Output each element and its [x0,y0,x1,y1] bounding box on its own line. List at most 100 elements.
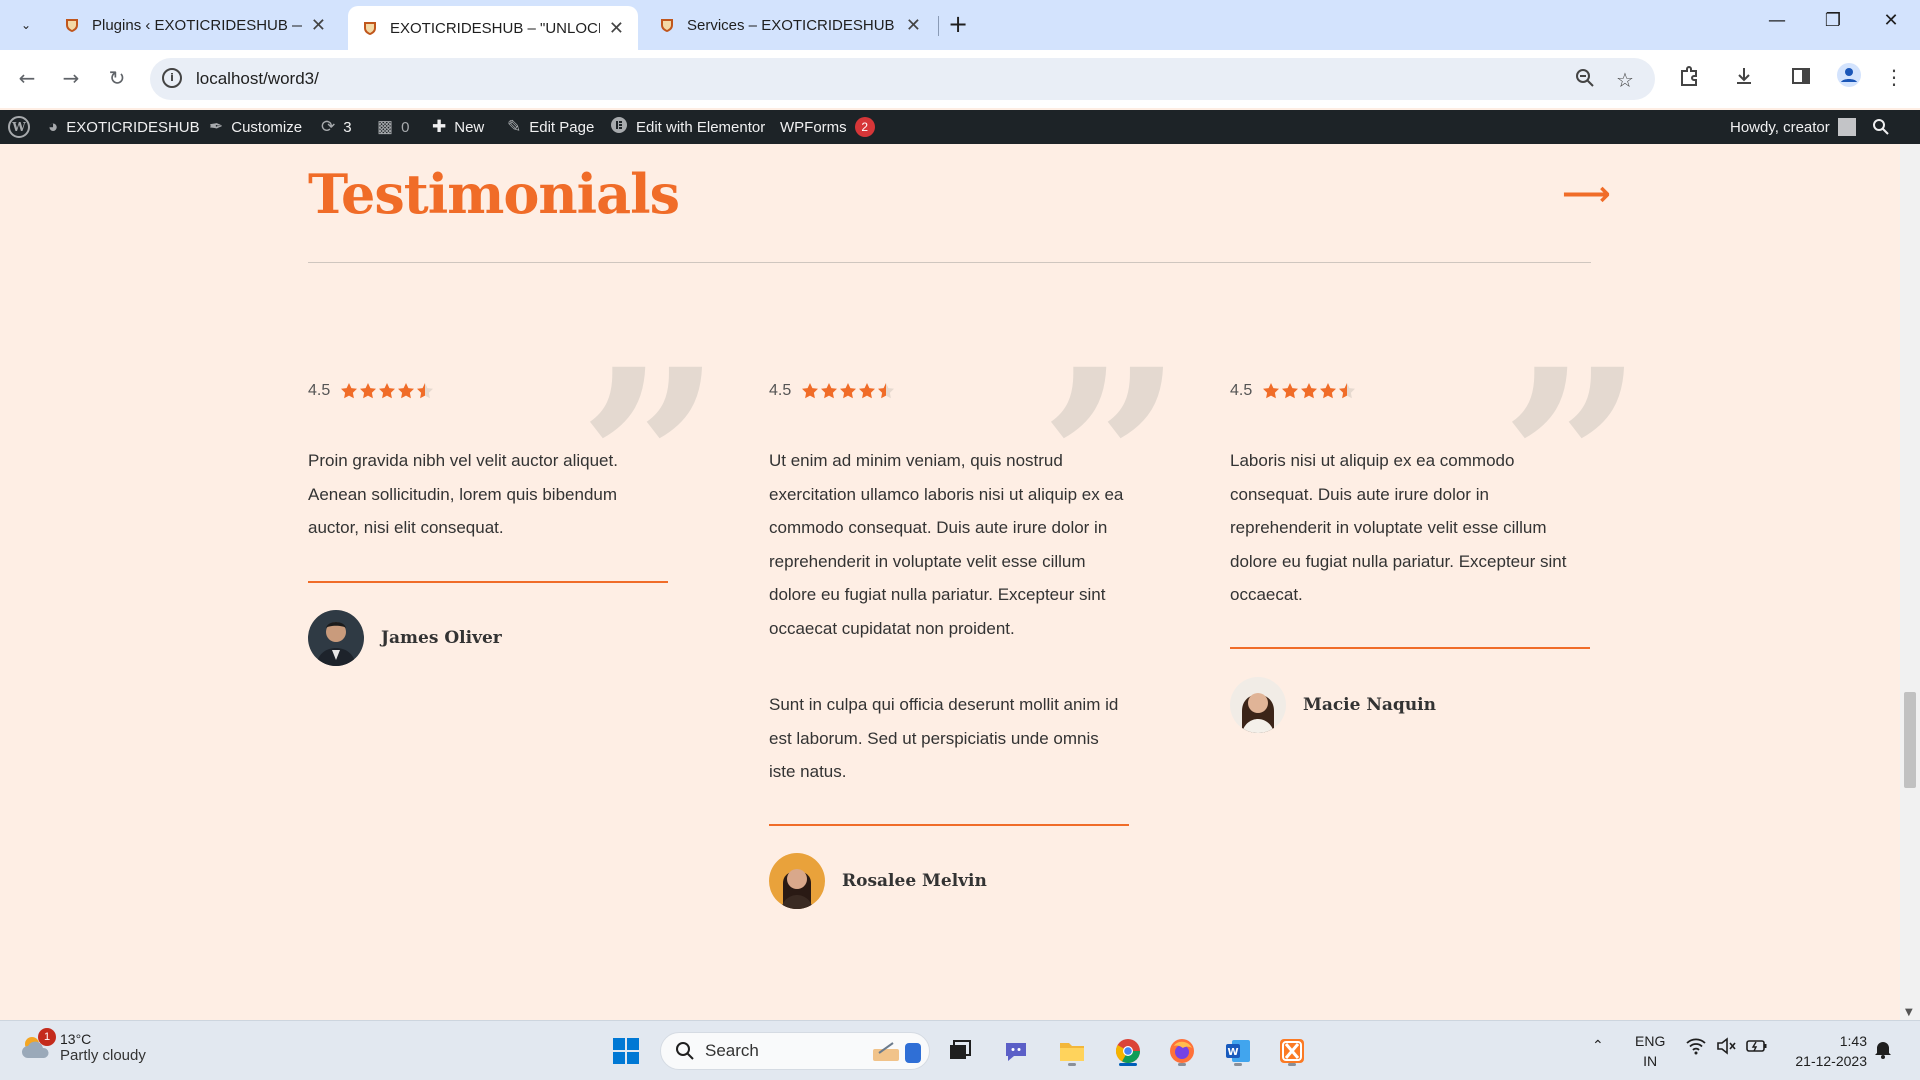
testimonial-divider [1230,647,1590,649]
star-rating [801,382,895,400]
xampp-icon[interactable] [1274,1033,1310,1069]
comment-bubble-icon: ▩ [377,117,394,136]
tab-close-icon[interactable]: ✕ [311,15,326,36]
star-full-icon [1301,383,1318,399]
extensions-puzzle-icon[interactable] [1678,65,1700,92]
admin-new[interactable]: ✚ New [432,110,484,144]
star-half-icon [878,383,895,399]
scroll-down-arrow-icon[interactable]: ▼ [1905,1007,1913,1018]
restore-icon[interactable]: ❐ [1818,10,1848,31]
tray-overflow-chevron-icon[interactable]: ⌃ [1592,1037,1604,1054]
admin-search-icon[interactable] [1872,110,1890,144]
search-placeholder: Search [705,1041,759,1060]
volume-muted-icon[interactable] [1716,1037,1736,1058]
firefox-icon[interactable] [1164,1033,1200,1069]
weather-badge: 1 [38,1027,56,1046]
star-full-icon [1320,383,1337,399]
admin-my-account[interactable]: Howdy, creator [1730,110,1856,144]
admin-edit-page[interactable]: ✎ Edit Page [507,110,594,144]
testimonial-text: Ut enim ad minim veniam, quis nostrud ex… [769,444,1129,789]
tab-close-icon[interactable]: ✕ [609,18,624,39]
tab-separator [938,16,939,36]
page-scrollbar[interactable]: ▼ [1900,144,1920,1020]
windows-start-icon[interactable] [608,1033,644,1069]
back-arrow-icon[interactable]: ← [14,66,40,90]
download-icon[interactable] [1733,65,1755,92]
chrome-icon[interactable] [1110,1033,1146,1069]
star-full-icon [859,383,876,399]
input-language[interactable]: ENG IN [1635,1031,1665,1071]
zoom-icon[interactable] [1575,68,1595,93]
svg-text:W: W [1227,1047,1238,1058]
admin-updates[interactable]: ⟳ 3 [321,110,352,144]
author-name: Macie Naquin [1303,695,1436,715]
rating-value: 4.5 [769,382,792,399]
edit-elementor-label: Edit with Elementor [636,118,766,136]
howdy-label: Howdy, creator [1730,118,1830,136]
minimize-icon[interactable]: — [1762,10,1792,31]
customize-label: Customize [231,118,303,136]
profile-avatar-icon[interactable] [1836,62,1862,93]
star-full-icon [360,383,377,399]
teams-chat-icon[interactable] [998,1033,1034,1069]
rating-value: 4.5 [308,382,331,399]
language-code: ENG [1635,1033,1666,1049]
star-full-icon [1282,383,1299,399]
updates-count: 3 [343,118,352,136]
tab-close-icon[interactable]: ✕ [906,15,921,36]
clock-time: 1:43 [1839,1033,1867,1049]
forward-arrow-icon[interactable]: → [58,66,84,90]
weather-desc: Partly cloudy [60,1047,146,1064]
testimonial-divider [308,581,668,583]
star-full-icon [341,383,358,399]
star-half-icon [417,383,434,399]
admin-comments[interactable]: ▩ 0 [377,110,409,144]
testimonial-paragraph: Ut enim ad minim veniam, quis nostrud ex… [769,451,1124,638]
admin-site-name[interactable]: ◕ EXOTICRIDESHUB [48,110,200,144]
app-running-indicator [1068,1063,1076,1066]
side-panel-icon[interactable] [1790,65,1812,92]
wifi-icon[interactable] [1686,1037,1706,1058]
site-info-icon[interactable]: i [162,68,182,88]
wordpress-logo-icon[interactable]: W [8,110,30,144]
battery-icon[interactable] [1746,1037,1768,1058]
admin-edit-elementor[interactable]: Edit with Elementor [610,110,765,144]
plus-icon: ✚ [432,117,447,136]
site-name-label: EXOTICRIDESHUB [66,118,200,136]
partly-cloudy-icon: 1 [20,1027,56,1064]
tab-search-dropdown-icon[interactable]: ⌄ [12,11,40,39]
address-url[interactable]: localhost/word3/ [196,69,319,89]
reload-icon[interactable]: ↻ [104,66,130,90]
bookmark-star-icon[interactable]: ☆ [1616,68,1634,92]
system-clock[interactable]: 1:43 21-12-2023 [1785,1031,1867,1071]
browser-tab-active[interactable]: EXOTICRIDESHUB – "UNLOCK A ✕ [348,6,638,50]
testimonial-card: 4.5 ” Laboris nisi ut aliquip ex ea comm… [1230,144,1644,1020]
browser-tab[interactable]: Plugins ‹ EXOTICRIDESHUB — V ✕ [50,6,340,44]
notification-bell-icon[interactable] [1874,1039,1892,1064]
admin-customize[interactable]: ✒ Customize [209,110,302,144]
star-full-icon [1263,383,1280,399]
pencil-icon: ✎ [507,117,522,136]
windows-taskbar: 1 13°C Partly cloudy Search W ⌃ ENG IN 1… [0,1020,1920,1080]
browser-toolbar: ← → ↻ i localhost/word3/ ☆ ⋮ [0,50,1920,108]
app-running-indicator [1234,1063,1242,1066]
browser-tab[interactable]: Services – EXOTICRIDESHUB ✕ [645,6,935,44]
new-tab-plus-icon[interactable]: + [948,10,968,38]
star-full-icon [398,383,415,399]
author-name: James Oliver [381,628,502,648]
task-view-icon[interactable] [942,1033,978,1069]
word-icon[interactable]: W [1220,1033,1256,1069]
weather-widget[interactable]: 1 13°C Partly cloudy [20,1027,146,1064]
taskbar-search[interactable]: Search [660,1032,930,1070]
admin-wpforms[interactable]: WPForms 2 [780,110,875,144]
file-explorer-icon[interactable] [1054,1033,1090,1069]
star-rating [340,382,434,400]
search-highlight-icon [873,1042,921,1063]
scroll-thumb[interactable] [1904,692,1916,788]
address-bar[interactable]: i localhost/word3/ ☆ [150,58,1655,100]
rating-row: 4.5 [769,382,895,400]
paintbrush-icon: ✒ [209,117,224,136]
window-close-icon[interactable]: ✕ [1876,10,1906,31]
testimonial-card: 4.5 ” Ut enim ad minim veniam, quis nost… [769,144,1183,1020]
menu-kebab-icon[interactable]: ⋮ [1884,65,1904,89]
